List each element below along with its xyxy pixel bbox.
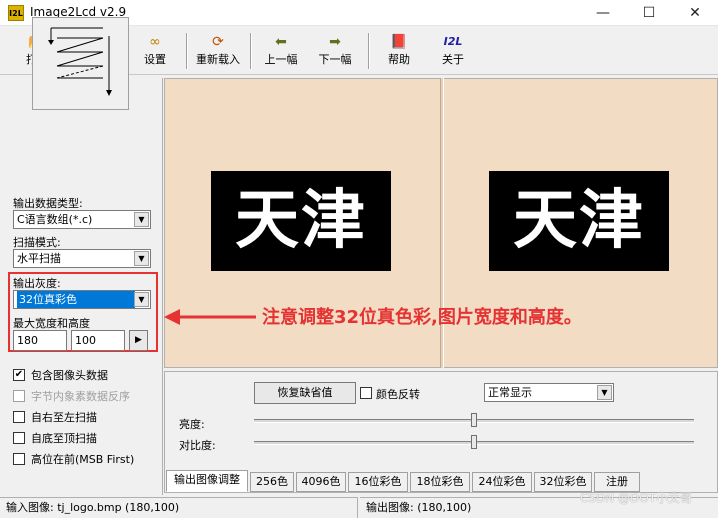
app-icon: I2L	[8, 5, 24, 21]
scan-mode-select[interactable]: 水平扫描 ▼	[13, 249, 151, 268]
option-label: 自右至左扫描	[31, 411, 97, 424]
annotation-note: 注意调整32位真色彩,图片宽度和高度。	[262, 307, 582, 328]
brightness-slider-thumb[interactable]	[471, 413, 477, 427]
reload-button[interactable]: ⟳ 重新载入	[190, 33, 246, 71]
output-type-select[interactable]: C语言数组(*.c) ▼	[13, 210, 151, 229]
option-label: 字节内象素数据反序	[31, 390, 130, 403]
chevron-down-icon: ▼	[597, 385, 612, 400]
settings-label: 设置	[144, 53, 166, 66]
arrow-left-icon: ⬅	[275, 34, 287, 50]
prev-button[interactable]: ⬅ 上一幅	[256, 33, 306, 71]
option-label: 高位在前(MSB First)	[31, 453, 135, 466]
scan-direction-icon	[48, 27, 112, 96]
output-type-label: 输出数据类型:	[13, 197, 83, 210]
max-width-input[interactable]: 180	[13, 330, 67, 351]
max-size-label: 最大宽度和高度	[13, 317, 90, 330]
display-mode-value: 正常显示	[488, 386, 532, 399]
settings-button[interactable]: ∞ 设置	[132, 33, 178, 71]
restore-defaults-button[interactable]: 恢复缺省值	[254, 382, 356, 404]
chevron-down-icon: ▼	[134, 251, 149, 266]
glasses-icon: ∞	[149, 34, 161, 50]
tab-5[interactable]: 24位彩色	[472, 472, 532, 492]
output-type-value: C语言数组(*.c)	[17, 213, 93, 226]
scan-mode-value: 水平扫描	[17, 252, 61, 265]
option-checkbox[interactable]	[13, 411, 25, 423]
reload-label: 重新载入	[196, 53, 240, 66]
display-mode-select[interactable]: 正常显示 ▼	[484, 383, 614, 402]
toolbar-separator	[368, 33, 370, 69]
chevron-down-icon: ▼	[134, 292, 149, 307]
tab-0[interactable]: 输出图像调整	[166, 470, 248, 492]
max-height-input[interactable]: 100	[71, 330, 125, 351]
chevron-down-icon: ▼	[134, 212, 149, 227]
scan-diagram	[32, 17, 129, 110]
input-image-preview: 天津	[211, 171, 391, 271]
reload-icon: ⟳	[212, 34, 224, 50]
arrow-right-icon: ➡	[329, 34, 341, 50]
option-label: 自底至顶扫描	[31, 432, 97, 445]
tab-1[interactable]: 256色	[250, 472, 294, 492]
gray-select[interactable]: 32位真彩色 ▼	[13, 290, 151, 309]
option-checkbox[interactable]	[13, 432, 25, 444]
option-checkbox	[13, 390, 25, 402]
tab-4[interactable]: 18位彩色	[410, 472, 470, 492]
option-checkbox[interactable]	[13, 453, 25, 465]
toolbar-separator	[250, 33, 252, 69]
maximize-button[interactable]: ☐	[626, 0, 672, 26]
next-button[interactable]: ➡ 下一幅	[310, 33, 360, 71]
tab-3[interactable]: 16位彩色	[348, 472, 408, 492]
apply-size-button[interactable]: ▶	[129, 330, 148, 351]
watermark: CSDN @DOT小文哥	[580, 491, 693, 505]
invert-color-label: 颜色反转	[376, 388, 420, 401]
contrast-slider-thumb[interactable]	[471, 435, 477, 449]
about-button[interactable]: I2L 关于	[432, 33, 474, 71]
invert-color-checkbox[interactable]	[360, 387, 372, 399]
status-input: 输入图像: tj_logo.bmp (180,100)	[0, 497, 358, 518]
prev-label: 上一幅	[264, 53, 298, 66]
brightness-label: 亮度:	[179, 418, 205, 431]
help-button[interactable]: 📕 帮助	[378, 33, 420, 71]
contrast-label: 对比度:	[179, 439, 216, 452]
gray-label: 输出灰度:	[13, 277, 61, 290]
gray-value: 32位真彩色	[17, 291, 135, 308]
option-label: 包含图像头数据	[31, 369, 108, 382]
annotation-arrow	[164, 309, 256, 325]
option-checkbox[interactable]: ✔	[13, 369, 25, 381]
close-button[interactable]: ✕	[672, 0, 718, 26]
output-image-preview: 天津	[489, 171, 669, 271]
minimize-button[interactable]: —	[580, 0, 626, 26]
tab-2[interactable]: 4096色	[296, 472, 346, 492]
i2l-logo-icon: I2L	[443, 35, 463, 48]
toolbar-separator	[186, 33, 188, 69]
next-label: 下一幅	[318, 53, 352, 66]
scan-mode-label: 扫描模式:	[13, 236, 61, 249]
about-label: 关于	[442, 53, 464, 66]
help-label: 帮助	[388, 53, 410, 66]
book-icon: 📕	[390, 34, 408, 50]
